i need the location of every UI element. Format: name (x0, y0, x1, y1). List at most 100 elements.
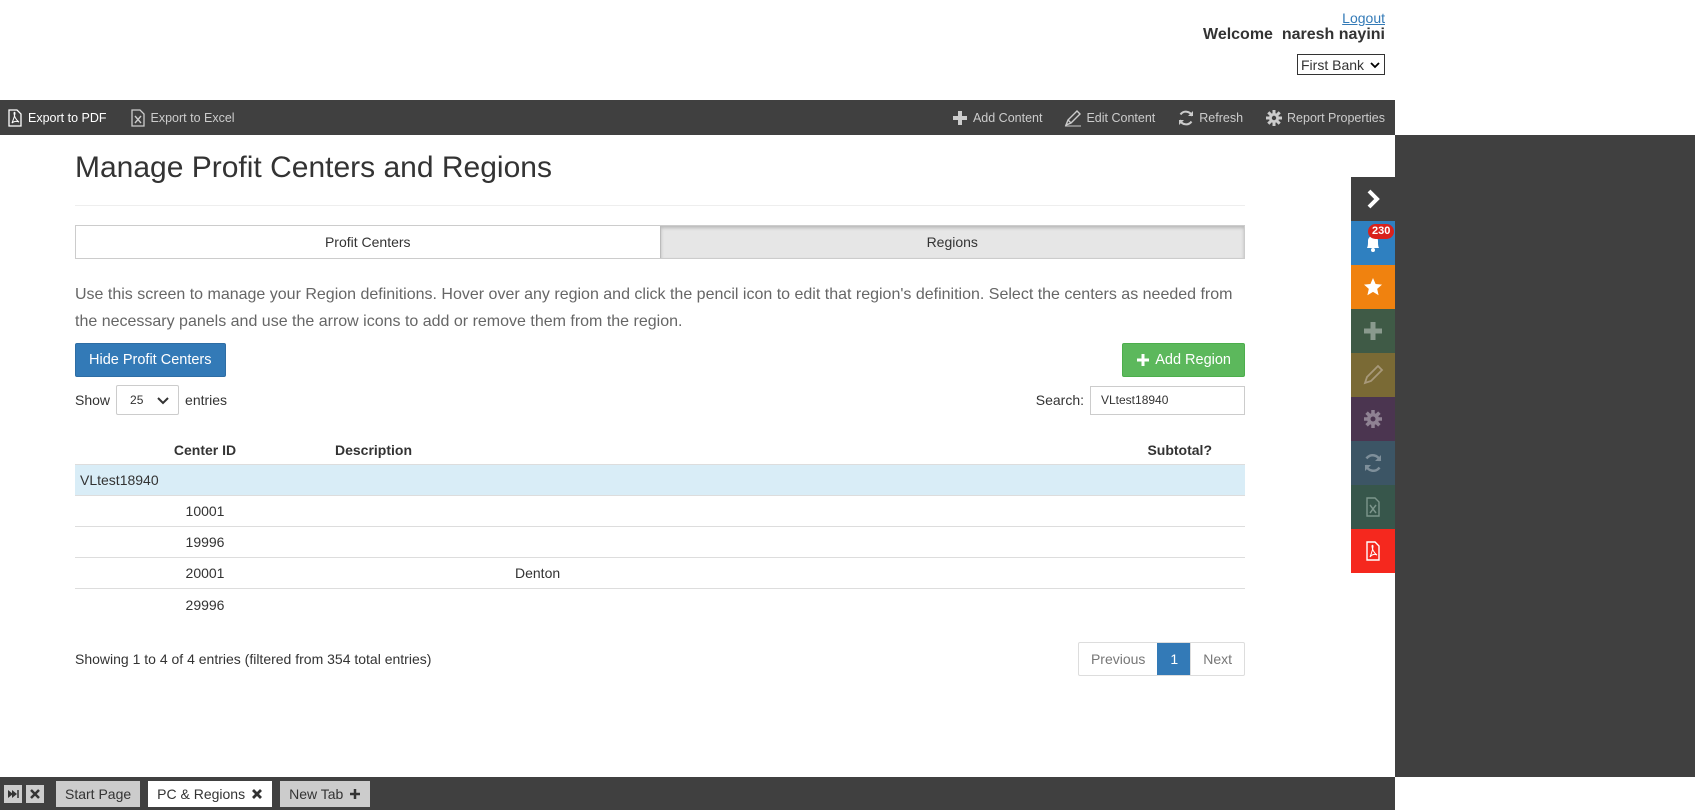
table-row[interactable]: 19996 (75, 527, 1245, 558)
excel-icon (1366, 497, 1380, 517)
regions-table: Center ID Description Subtotal? VLtest18… (75, 435, 1245, 620)
column-header-description[interactable]: Description (335, 442, 1015, 458)
add-region-label: Add Region (1155, 352, 1231, 368)
plus-icon (952, 110, 967, 125)
notifications-button[interactable]: 230 (1351, 221, 1395, 265)
region-group-row[interactable]: VLtest18940 (75, 465, 1245, 496)
table-row[interactable]: 29996 (75, 589, 1245, 620)
bank-select-value: First Bank (1301, 56, 1365, 73)
show-label: Show (75, 392, 111, 408)
intro-text: Use this screen to manage your Region de… (75, 286, 1233, 330)
expand-panel-button[interactable] (1351, 177, 1395, 221)
report-properties-label: Report Properties (1287, 110, 1385, 125)
table-row[interactable]: 20001 Denton (75, 558, 1245, 589)
skip-forward-button[interactable] (4, 784, 22, 803)
center-id-cell: 10001 (185, 503, 225, 519)
add-content-button[interactable]: Add Content (951, 109, 1043, 127)
column-header-subtotal[interactable]: Subtotal? (1015, 442, 1245, 458)
bottom-tab-bar: Start Page PC & Regions New Tab (0, 777, 1395, 810)
side-settings-button[interactable] (1351, 397, 1395, 441)
table-info: Showing 1 to 4 of 4 entries (filtered fr… (75, 651, 432, 667)
close-all-button[interactable] (26, 784, 44, 803)
center-id-cell: 20001 (185, 565, 225, 581)
top-header: Logout Welcome naresh nayini First Bank (0, 0, 1395, 100)
welcome-message: Welcome naresh nayini (1203, 26, 1385, 43)
action-row: Hide Profit Centers Add Region (75, 343, 1245, 377)
gear-icon (1266, 109, 1283, 126)
side-pdf-button[interactable] (1351, 529, 1395, 573)
table-row[interactable]: 10001 (75, 496, 1245, 527)
pencil-icon (1065, 109, 1082, 126)
notification-badge: 230 (1368, 224, 1395, 239)
bottom-right-blank (1395, 777, 1695, 810)
side-action-strip: 230 (1351, 177, 1395, 573)
edit-content-button[interactable]: Edit Content (1064, 109, 1155, 127)
star-icon (1364, 278, 1382, 296)
refresh-icon (1364, 454, 1382, 472)
page-title: Manage Profit Centers and Regions (75, 151, 552, 184)
tab-pc-regions[interactable]: PC & Regions (148, 780, 273, 807)
side-add-button[interactable] (1351, 309, 1395, 353)
tab-pc-regions-label: PC & Regions (157, 785, 246, 802)
tab-regions[interactable]: Regions (659, 226, 1244, 258)
view-tabs: Profit Centers Regions (75, 225, 1245, 259)
export-excel-button[interactable]: Export to Excel (129, 108, 235, 127)
center-id-cell: 19996 (185, 534, 225, 550)
side-refresh-button[interactable] (1351, 441, 1395, 485)
page-length-control: Show 25 entries (75, 385, 227, 415)
tab-new-tab-label: New Tab (289, 785, 344, 802)
add-content-label: Add Content (972, 110, 1043, 125)
chevron-down-icon (157, 397, 169, 405)
pdf-icon (1366, 541, 1380, 561)
skip-forward-icon (8, 789, 19, 798)
title-divider (75, 205, 1245, 206)
previous-page-button[interactable]: Previous (1079, 643, 1157, 675)
search-label: Search: (1035, 392, 1084, 408)
report-toolbar: Export to PDF Export to Excel Add Conten… (0, 100, 1395, 135)
close-icon (30, 788, 40, 799)
export-excel-label: Export to Excel (150, 110, 235, 125)
page-length-value: 25 (130, 393, 144, 407)
right-panel (1395, 135, 1695, 777)
tab-profit-centers[interactable]: Profit Centers (76, 226, 660, 258)
edit-content-label: Edit Content (1086, 110, 1156, 125)
plus-icon (1364, 322, 1382, 340)
pencil-icon (1363, 364, 1384, 385)
chevron-right-icon (1367, 189, 1380, 209)
page-1-button[interactable]: 1 (1157, 643, 1191, 675)
logout-link[interactable]: Logout (1342, 10, 1385, 26)
favorites-button[interactable] (1351, 265, 1395, 309)
description-cell: Denton (515, 565, 561, 581)
hide-profit-centers-button[interactable]: Hide Profit Centers (75, 343, 226, 377)
side-edit-button[interactable] (1351, 353, 1395, 397)
report-properties-button[interactable]: Report Properties (1265, 109, 1385, 127)
excel-icon (130, 108, 145, 127)
pagination: Previous 1 Next (1077, 642, 1245, 676)
page-length-select[interactable]: 25 (116, 385, 180, 415)
plus-icon (350, 788, 361, 799)
add-region-button[interactable]: Add Region (1122, 343, 1245, 377)
next-page-button[interactable]: Next (1190, 643, 1244, 675)
export-pdf-button[interactable]: Export to PDF (6, 108, 107, 127)
tab-start-page[interactable]: Start Page (56, 780, 141, 807)
gear-icon (1364, 410, 1382, 428)
chevron-down-icon (1370, 61, 1380, 68)
refresh-label: Refresh (1199, 110, 1244, 125)
close-icon[interactable] (251, 788, 263, 800)
entries-label: entries (185, 392, 228, 408)
column-header-center-id[interactable]: Center ID (75, 442, 335, 458)
tab-start-page-label: Start Page (65, 785, 132, 802)
table-header: Center ID Description Subtotal? (75, 435, 1245, 465)
refresh-icon (1179, 110, 1194, 125)
tab-new-tab[interactable]: New Tab (280, 780, 371, 807)
bank-select[interactable]: First Bank (1297, 54, 1385, 75)
search-input[interactable]: VLtest18940 (1090, 385, 1245, 415)
table-controls: Show 25 entries Search: VLtest18940 (75, 385, 1245, 415)
export-pdf-label: Export to PDF (28, 110, 107, 125)
side-excel-button[interactable] (1351, 485, 1395, 529)
search-control: Search: VLtest18940 (1035, 385, 1245, 415)
refresh-button[interactable]: Refresh (1177, 109, 1243, 127)
table-footer: Showing 1 to 4 of 4 entries (filtered fr… (75, 642, 1245, 676)
plus-icon (1137, 354, 1150, 366)
main-content: Manage Profit Centers and Regions Profit… (75, 135, 1245, 676)
